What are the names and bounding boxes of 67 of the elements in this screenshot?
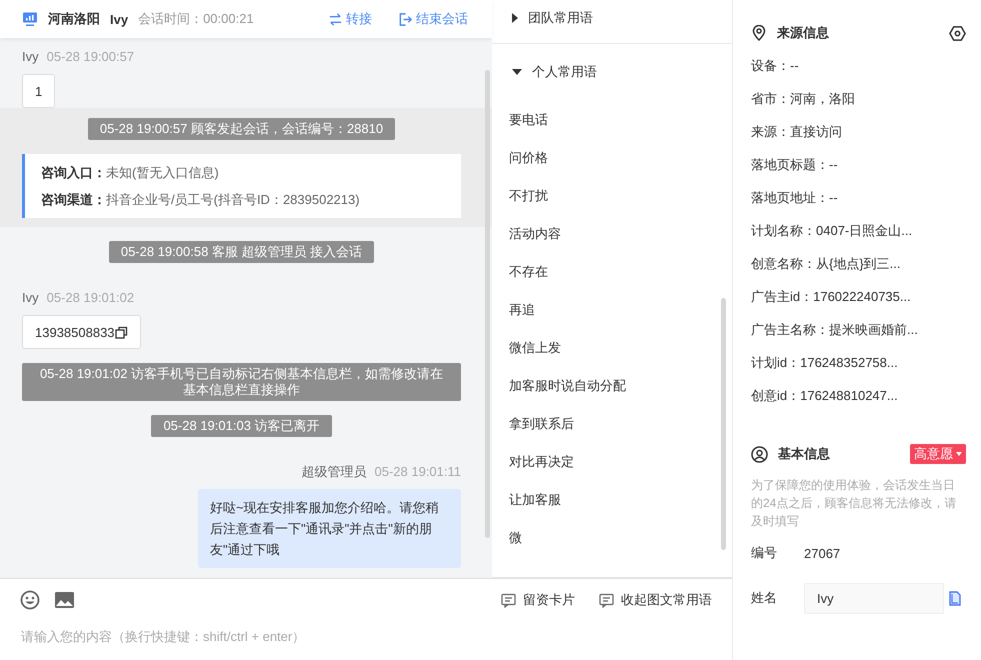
consult-info-line: 咨询入口：未知(暂无入口信息) xyxy=(41,164,220,182)
consult-info-line: 咨询渠道：抖音企业号/员工号(抖音号ID：2839502213) xyxy=(41,191,361,209)
field-label: 编号 xyxy=(751,544,778,562)
source-info-row-text: 广告主名称：提米映画婚前... xyxy=(751,321,919,339)
intent-tag-dropdown[interactable]: 高意愿 xyxy=(910,444,966,464)
copy-icon[interactable] xyxy=(114,326,128,338)
message-text: 1 xyxy=(35,84,42,98)
source-info-row-text: 设备：-- xyxy=(751,57,800,75)
emoji-icon[interactable] xyxy=(20,590,40,610)
user-icon xyxy=(751,446,768,462)
monitor-icon xyxy=(22,11,38,27)
message-input[interactable]: 请输入您的内容（换行快捷键：shift/ctrl + enter） xyxy=(21,627,713,645)
system-notice: 05-28 19:01:02 访客手机号已自动标记右侧基本信息栏，如需修改请在基本信息栏直接操作 xyxy=(22,363,461,401)
source-info-row-text: 广告主id：176022240735... xyxy=(751,288,912,306)
phrase-item[interactable]: 问价格 xyxy=(492,139,732,177)
settings-icon[interactable] xyxy=(949,24,966,42)
composer-action-button[interactable]: 收起图文常用语 xyxy=(599,591,712,609)
source-info-row-text: 落地页标题：-- xyxy=(751,156,839,174)
session-duration: 会话时间：00:00:21 xyxy=(138,10,254,28)
phrase-item[interactable]: 不打扰 xyxy=(492,177,732,215)
phrase-item[interactable]: 加客服时说自动分配 xyxy=(492,367,732,405)
source-info-row-text: 创意id：176248810247... xyxy=(751,387,899,405)
sender-name: Ivy xyxy=(22,48,39,66)
section-title: 基本信息 xyxy=(778,445,830,463)
phrase-group-header[interactable]: 个人常用语 xyxy=(492,54,732,90)
swap-icon xyxy=(328,12,343,26)
visitor-name: Ivy xyxy=(110,12,128,26)
message-time: 05-28 19:01:11 xyxy=(374,463,461,481)
phrase-item[interactable]: 微 xyxy=(492,519,732,557)
phrase-item[interactable]: 拿到联系后 xyxy=(492,405,732,443)
scrollbar[interactable] xyxy=(721,298,726,550)
system-notice: 05-28 19:01:03 访客已离开 xyxy=(151,415,332,437)
location-pin-icon xyxy=(751,25,767,41)
phrase-group-header[interactable]: 团队常用语 xyxy=(492,0,732,44)
message-time: 05-28 19:01:02 xyxy=(46,289,134,307)
system-notice: 05-28 19:00:58 客服 超级管理员 接入会话 xyxy=(108,241,374,263)
source-info-row-text: 计划id：176248352758... xyxy=(751,354,899,372)
exit-icon xyxy=(398,12,413,26)
sender-name: Ivy xyxy=(22,289,39,307)
source-info-row-text: 来源：直接访问 xyxy=(751,123,843,141)
source-info-row-text: 省市：河南，洛阳 xyxy=(751,90,856,108)
field-value: 27067 xyxy=(804,546,840,560)
visitor-location: 河南洛阳 xyxy=(48,10,100,28)
source-info-row-text: 落地页地址：-- xyxy=(751,189,839,207)
phrase-item[interactable]: 再追 xyxy=(492,291,732,329)
phrase-item[interactable]: 让加客服 xyxy=(492,481,732,519)
message-bubble: 好哒~现在安排客服加您介绍哈。请您稍后注意查看一下"通讯录"并点击"新的朋友"通过下哦 xyxy=(198,489,461,568)
phrase-item[interactable]: 微信上发 xyxy=(492,329,732,367)
phrase-item[interactable]: 活动内容 xyxy=(492,215,732,253)
scrollbar[interactable] xyxy=(485,70,490,538)
sender-name: 超级管理员 xyxy=(302,463,366,481)
message-time: 05-28 19:00:57 xyxy=(46,48,134,66)
field-label: 姓名 xyxy=(751,589,778,607)
source-info-row-text: 计划名称：0407-日照金山... xyxy=(751,222,914,240)
name-field[interactable]: Ivy xyxy=(804,582,944,614)
section-title: 来源信息 xyxy=(777,24,829,42)
phrase-item[interactable]: 要电话 xyxy=(492,101,732,139)
image-icon[interactable] xyxy=(54,590,75,610)
phrase-item[interactable]: 不存在 xyxy=(492,253,732,291)
message-text: 13938508833 xyxy=(35,324,115,340)
composer-action-button[interactable]: 留资卡片 xyxy=(501,591,575,609)
notice-text: 为了保障您的使用体验，会话发生当日的24点之后，顾客信息将无法修改，请及时填写 xyxy=(751,477,958,530)
source-info-row-text: 创意名称：从{地点}到三... xyxy=(751,255,902,273)
system-notice: 05-28 19:00:57 顾客发起会话，会话编号：28810 xyxy=(88,118,396,140)
message-card-icon xyxy=(501,592,516,608)
message-card-icon xyxy=(599,592,614,608)
phrase-item[interactable]: 对比再决定 xyxy=(492,443,732,481)
